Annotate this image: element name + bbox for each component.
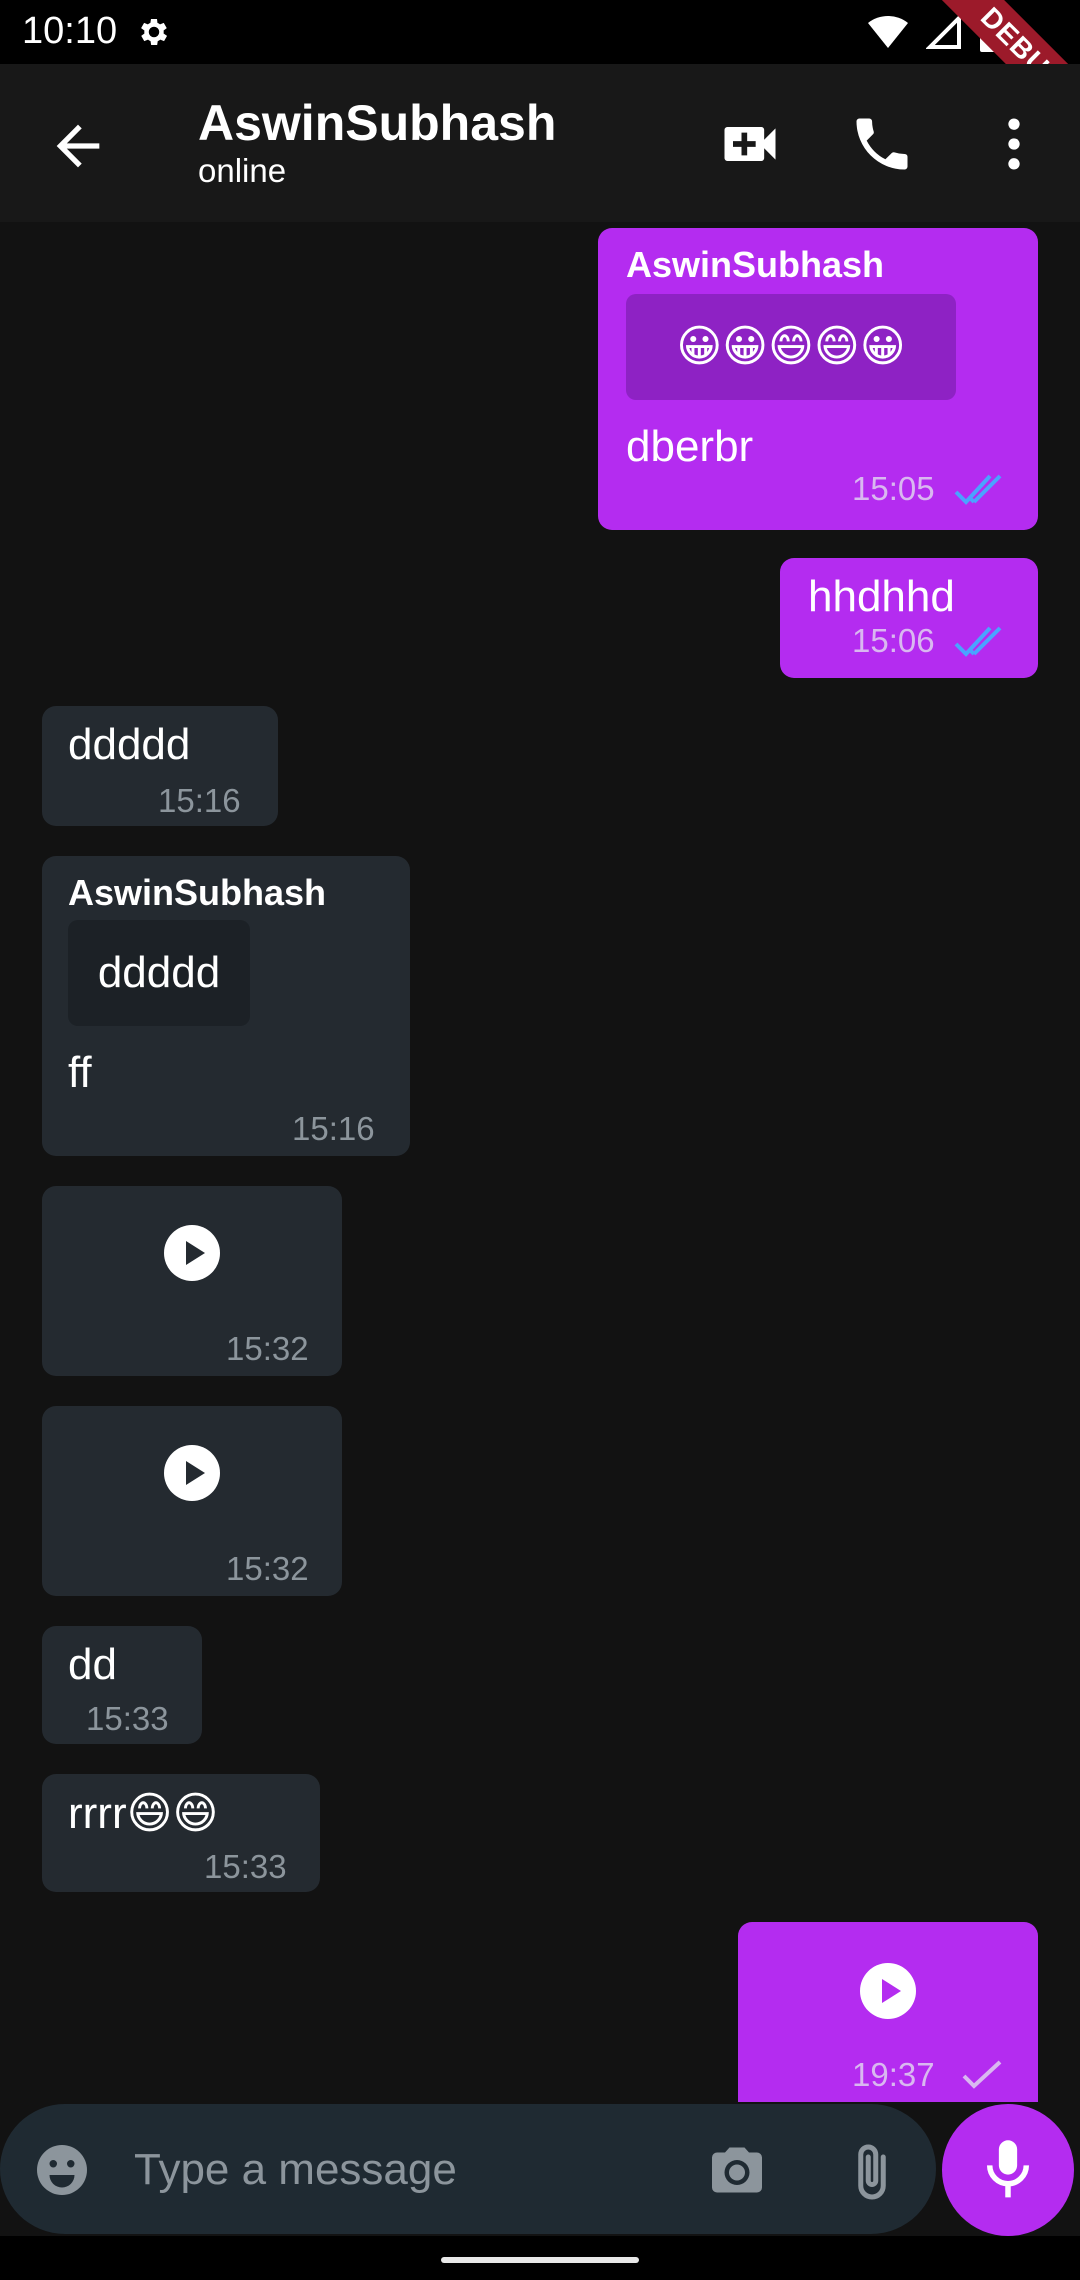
audio-message-outgoing[interactable]: 19:37 <box>738 1922 1038 2102</box>
sent-tick-icon <box>962 2060 1002 2089</box>
message-time: 19:37 <box>852 2056 935 2093</box>
mic-icon <box>986 2140 1030 2198</box>
attach-clip-icon[interactable] <box>842 2140 902 2204</box>
mic-button[interactable] <box>942 2104 1074 2236</box>
message-time: 15:06 <box>852 622 935 659</box>
chat-header: AswinSubhash online <box>0 64 1080 222</box>
audio-message-incoming[interactable]: 15:32 <box>42 1186 342 1376</box>
play-icon[interactable] <box>859 1962 917 2020</box>
emoji-icon[interactable] <box>32 2140 92 2200</box>
message-text: rrrr😄😄 <box>68 1789 219 1838</box>
settings-gear-icon <box>141 18 168 46</box>
quoted-message[interactable]: ddddd <box>68 920 250 1026</box>
message-time: 15:16 <box>158 782 241 819</box>
message-time: 15:32 <box>226 1330 309 1367</box>
play-icon[interactable] <box>163 1444 221 1502</box>
message-text: ff <box>68 1048 92 1097</box>
message-bubble-incoming[interactable]: dd 15:33 <box>42 1626 202 1744</box>
message-bubble-outgoing[interactable]: AswinSubhash 😀😀😄😄😀 dberbr 15:05 <box>598 228 1038 530</box>
home-gesture-handle[interactable] <box>441 2257 639 2263</box>
quoted-message[interactable]: 😀😀😄😄😀 <box>626 294 956 400</box>
message-text: dberbr <box>626 422 754 471</box>
back-arrow-icon[interactable] <box>46 114 110 178</box>
message-time: 15:16 <box>292 1110 375 1147</box>
status-time: 10:10 <box>22 10 118 52</box>
more-vert-icon[interactable] <box>980 110 1048 178</box>
message-composer <box>0 2104 936 2234</box>
signal-icon <box>926 14 961 49</box>
reply-sender: AswinSubhash <box>68 872 327 913</box>
read-ticks-icon <box>954 626 1002 657</box>
message-text: dd <box>68 1640 117 1689</box>
message-bubble-outgoing[interactable]: hhdhhd 15:06 <box>780 558 1038 678</box>
message-input[interactable] <box>132 2134 676 2206</box>
message-time: 15:33 <box>204 1848 287 1885</box>
contact-status: online <box>198 152 287 189</box>
message-bubble-incoming[interactable]: ddddd 15:16 <box>42 706 278 826</box>
contact-name[interactable]: AswinSubhash <box>198 94 556 152</box>
play-icon[interactable] <box>163 1224 221 1282</box>
message-text: hhdhhd <box>808 572 955 621</box>
system-nav-bar <box>0 2236 1080 2280</box>
phone-icon[interactable] <box>848 110 916 178</box>
wifi-icon <box>868 15 908 49</box>
camera-icon[interactable] <box>706 2140 768 2200</box>
video-call-icon[interactable] <box>716 110 784 178</box>
read-ticks-icon <box>954 474 1002 505</box>
audio-message-incoming[interactable]: 15:32 <box>42 1406 342 1596</box>
message-time: 15:05 <box>852 470 935 507</box>
reply-sender: AswinSubhash <box>626 244 885 285</box>
message-time: 15:33 <box>86 1700 169 1737</box>
message-text: ddddd <box>68 720 191 769</box>
status-bar: 10:10 <box>0 0 1080 64</box>
message-time: 15:32 <box>226 1550 309 1587</box>
message-bubble-incoming[interactable]: AswinSubhash ddddd ff 15:16 <box>42 856 410 1156</box>
message-bubble-incoming[interactable]: rrrr😄😄 15:33 <box>42 1774 320 1892</box>
